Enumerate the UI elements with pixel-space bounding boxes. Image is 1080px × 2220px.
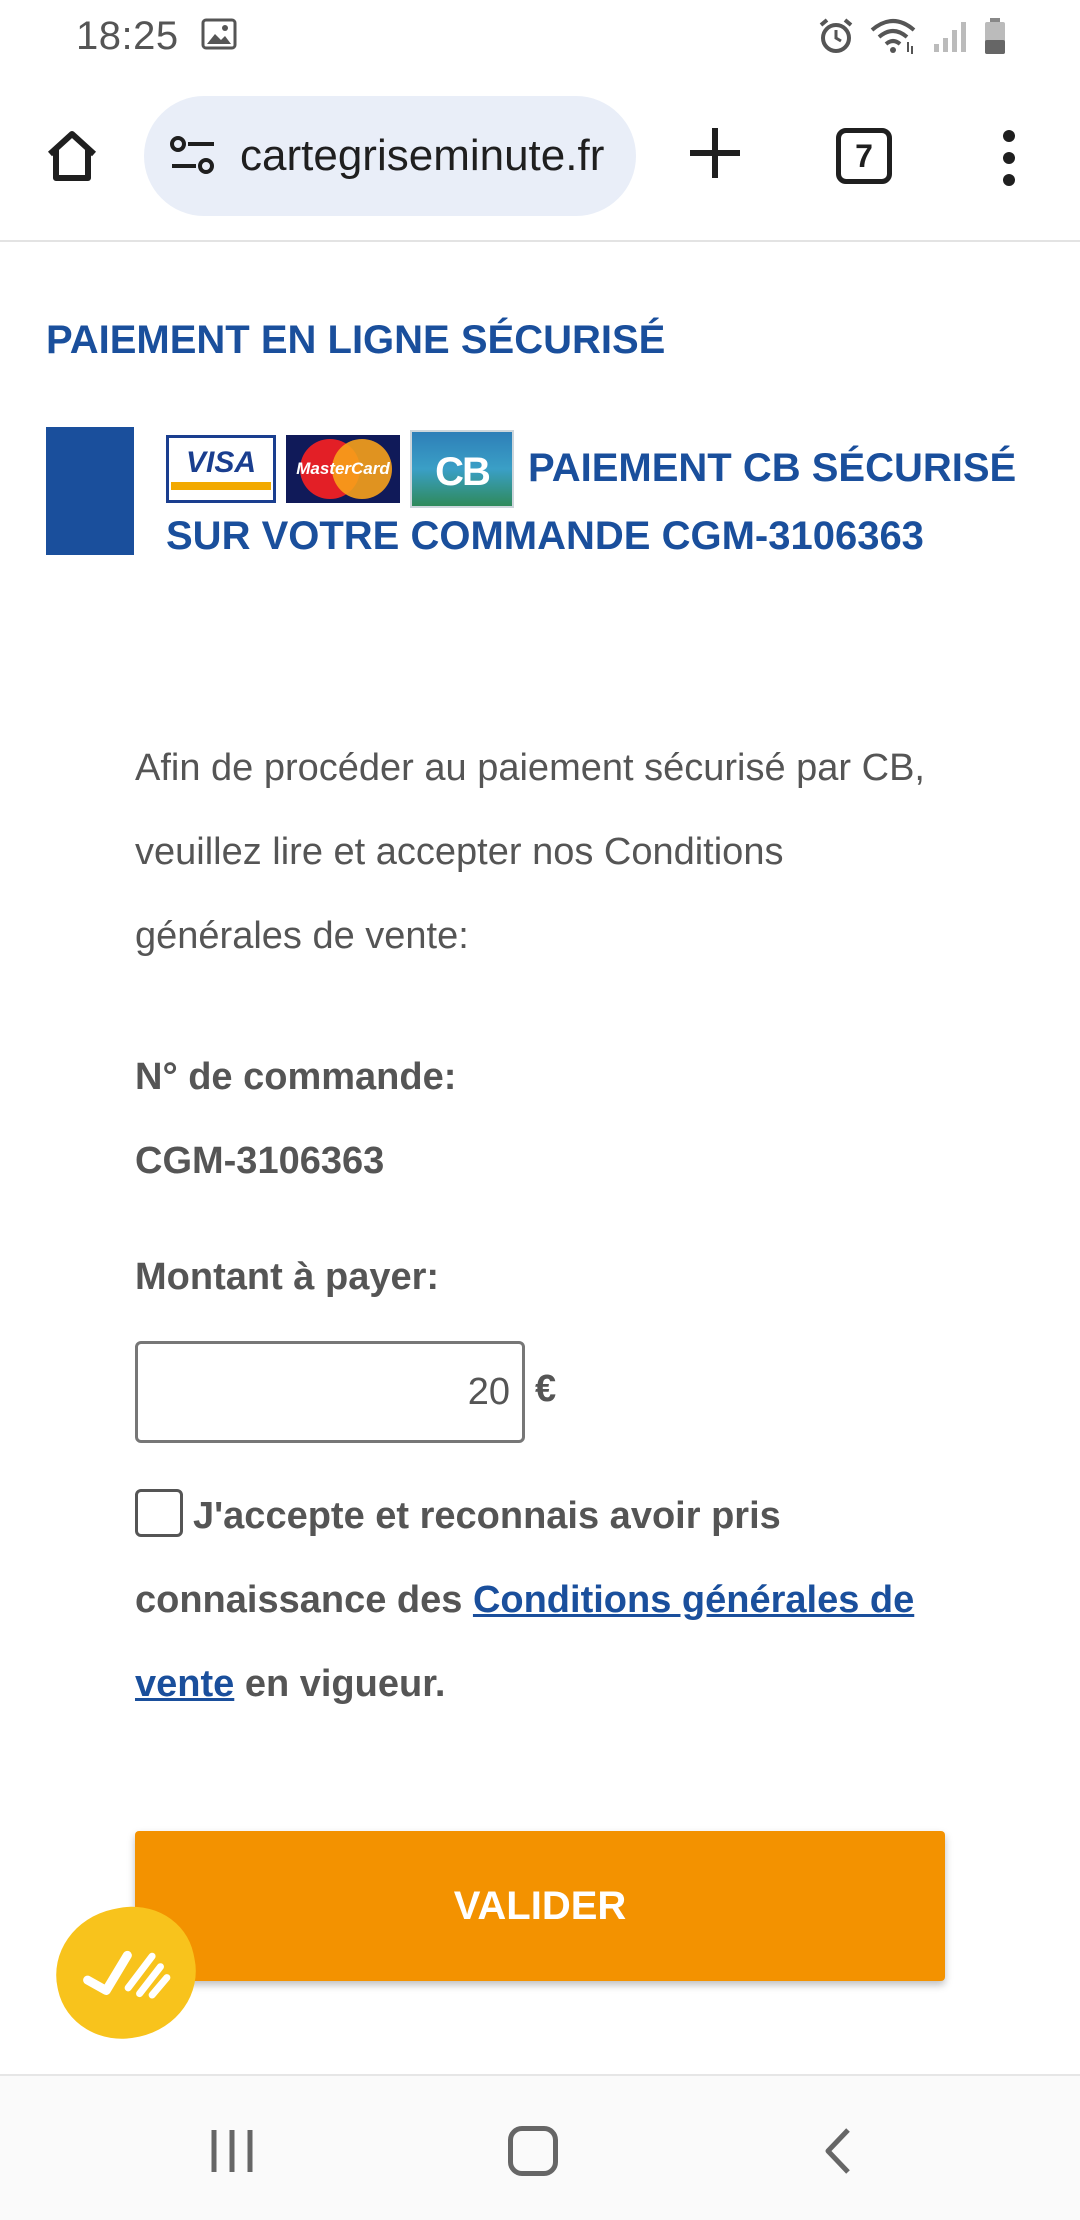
browser-toolbar: cartegriseminute.fr 7 [0,72,1080,242]
status-bar: 18:25 [0,0,1080,72]
home-icon[interactable] [38,122,106,190]
back-icon[interactable] [820,2126,854,2181]
currency-symbol: € [535,1368,557,1410]
tab-switcher-button[interactable]: 7 [836,128,892,184]
wifi-icon [868,16,918,56]
recent-apps-icon[interactable] [208,2128,256,2179]
url-text: cartegriseminute.fr [240,131,605,180]
more-options-icon[interactable] [994,128,1024,188]
amount-label: Montant à payer: [135,1256,440,1298]
signal-icon [930,16,970,56]
system-navigation-bar [0,2074,1080,2220]
site-settings-icon[interactable] [168,134,218,178]
section-title: PAIEMENT EN LIGNE SÉCURISÉ [46,318,666,362]
battery-icon [982,16,1008,56]
check-lines-icon [83,1950,171,1999]
amount-input[interactable] [135,1341,525,1443]
home-nav-icon[interactable] [508,2126,558,2176]
alarm-icon [816,16,856,56]
page-content: PAIEMENT EN LIGNE SÉCURISÉ VISA MasterCa… [0,244,1080,2074]
intro-text: Afin de procéder au paiement sécurisé pa… [135,747,925,957]
status-time: 18:25 [76,13,179,58]
accept-terms-text: J'accepte et reconnais avoir pris connai… [135,1495,915,1705]
address-bar[interactable]: cartegriseminute.fr [144,96,636,216]
validate-button[interactable]: VALIDER [135,1831,945,1981]
decorative-block [46,427,134,555]
secure-payment-heading: PAIEMENT CB SÉCURISÉ SUR VOTRE COMMANDE … [166,446,1017,558]
new-tab-icon[interactable] [684,122,746,184]
order-number-value: CGM-3106363 [135,1140,385,1182]
order-number-label: N° de commande: [135,1056,457,1098]
image-notification-icon [201,18,237,55]
